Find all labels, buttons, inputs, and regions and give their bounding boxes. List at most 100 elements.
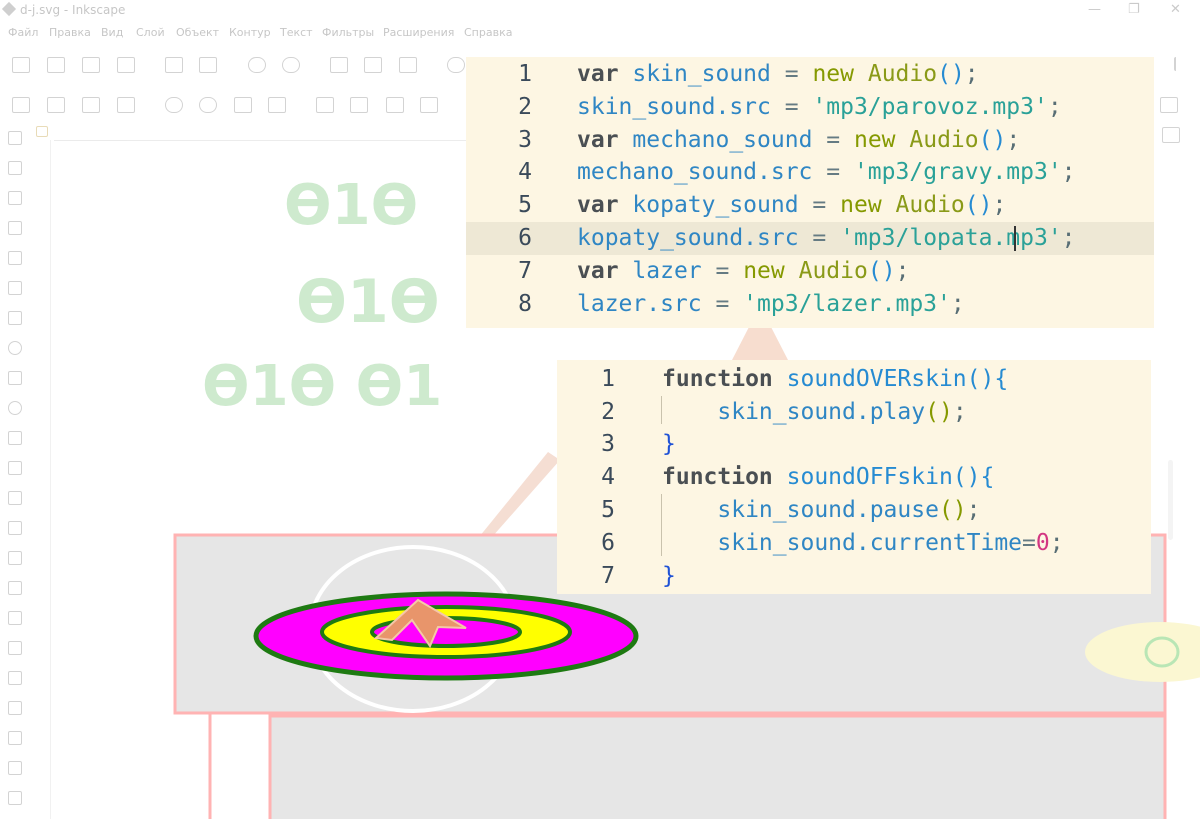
faded-glyph-row: ϴ1ϴ [296, 267, 440, 337]
code-line: 3 var mechano_sound = new Audio(); [466, 124, 1154, 157]
code-line: 6 skin_sound.currentTime=0; [557, 527, 1151, 560]
line-number: 6 [601, 530, 615, 556]
code-token: 'mp3/lazer.mp3' [743, 291, 951, 317]
code-line: 2 skin_sound.play(); [557, 396, 1151, 429]
code-line: 1 var skin_sound = new Audio(); [466, 58, 1154, 91]
code-text: skin_sound.currentTime=0; [662, 527, 1064, 560]
code-line: 1 function soundOVERskin(){ [557, 363, 1151, 396]
code-token: } [662, 431, 676, 457]
code-token: soundOFFskin [786, 464, 953, 490]
line-number: 4 [518, 159, 532, 185]
code-token: skin_sound.src [577, 94, 771, 120]
code-token: ; [1049, 530, 1064, 556]
faded-glyph-row: ϴ1ϴ ϴ1 [202, 354, 442, 419]
code-line: 5 skin_sound.pause(); [557, 494, 1151, 527]
code-token: Audio [909, 127, 979, 153]
line-number: 8 [518, 291, 532, 317]
code-token: new [812, 61, 854, 87]
code-text: skin_sound.src = 'mp3/parovoz.mp3'; [577, 91, 1062, 124]
code-token: kopaty_sound.src [577, 225, 799, 251]
code-line-highlighted[interactable]: 6 kopaty_sound.src = 'mp3/lopata.mp3'; [466, 222, 1154, 255]
code-token: 'mp3/gravy.mp3' [853, 159, 1062, 185]
code-token: function [662, 464, 773, 490]
line-number: 3 [601, 431, 615, 457]
code-text: lazer.src = 'mp3/lazer.mp3'; [577, 288, 965, 321]
code-token: kopaty_sound [632, 192, 799, 218]
code-text: var mechano_sound = new Audio(); [577, 124, 1020, 157]
line-number: 1 [518, 61, 532, 87]
code-token: () [938, 497, 967, 523]
code-token: var [577, 127, 619, 153]
code-text: } [662, 428, 676, 461]
code-token: = [812, 159, 854, 185]
line-number: 6 [518, 225, 532, 251]
code-text: var kopaty_sound = new Audio(); [577, 189, 1006, 222]
code-text: skin_sound.pause(); [662, 494, 981, 527]
code-token: ; [992, 192, 1007, 218]
lower-inner-rect[interactable] [268, 714, 1167, 819]
code-text: var skin_sound = new Audio(); [577, 58, 979, 91]
code-token: skin_sound.currentTime [717, 530, 1023, 556]
line-number: 3 [518, 127, 532, 153]
code-token: 'mp3/lopata.mp3' [840, 225, 1062, 251]
faded-cone-shape [732, 325, 788, 360]
code-token: ; [964, 61, 979, 87]
line-number: 5 [601, 497, 615, 523]
line-number: 2 [601, 399, 615, 425]
code-token: (){ [966, 366, 1009, 392]
code-panel-sound-functions: 1 function soundOVERskin(){ 2 skin_sound.… [557, 360, 1151, 594]
faded-glyph-row: ϴ1ϴ [284, 173, 418, 238]
code-text: } [662, 560, 676, 593]
code-token: ; [952, 399, 967, 425]
code-token: skin_sound.pause [717, 497, 939, 523]
line-number: 7 [601, 563, 615, 589]
code-token: ; [1047, 94, 1062, 120]
text-cursor [1014, 226, 1016, 251]
code-token: 'mp3/parovoz.mp3' [812, 94, 1048, 120]
code-token: = [770, 61, 813, 87]
code-token: var [577, 61, 619, 87]
code-token: } [662, 563, 676, 589]
code-token: var [577, 192, 619, 218]
code-token: () [964, 192, 993, 218]
code-line: 2 skin_sound.src = 'mp3/parovoz.mp3'; [466, 91, 1154, 124]
code-token: Audio [798, 258, 868, 284]
vertical-scrollbar[interactable] [1168, 460, 1173, 540]
code-token: skin_sound [632, 61, 771, 87]
line-number: 1 [601, 366, 615, 392]
code-token: mechano_sound [632, 127, 813, 153]
code-token: () [937, 61, 965, 87]
code-token: lazer [632, 258, 702, 284]
code-token: = [701, 291, 744, 317]
code-token: ; [895, 258, 910, 284]
code-line: 4 function soundOFFskin(){ [557, 461, 1151, 494]
code-token: 0 [1035, 530, 1050, 556]
code-token: () [978, 127, 1007, 153]
code-line: 5 var kopaty_sound = new Audio(); [466, 189, 1154, 222]
code-token: () [925, 399, 953, 425]
code-token: Audio [895, 192, 965, 218]
code-token: = [770, 94, 813, 120]
code-token: ; [966, 497, 981, 523]
code-token: new [743, 258, 785, 284]
code-text: function soundOFFskin(){ [662, 461, 994, 494]
code-text: skin_sound.play(); [662, 396, 967, 429]
code-panel-audio-vars: 1 var skin_sound = new Audio(); 2 skin_sou… [466, 57, 1154, 328]
line-number: 5 [518, 192, 532, 218]
code-text: function soundOVERskin(){ [662, 363, 1008, 396]
code-token: ; [1006, 127, 1021, 153]
code-token: (){ [952, 464, 995, 490]
code-token: = [1022, 530, 1036, 556]
code-token: () [867, 258, 896, 284]
line-number: 2 [518, 94, 532, 120]
